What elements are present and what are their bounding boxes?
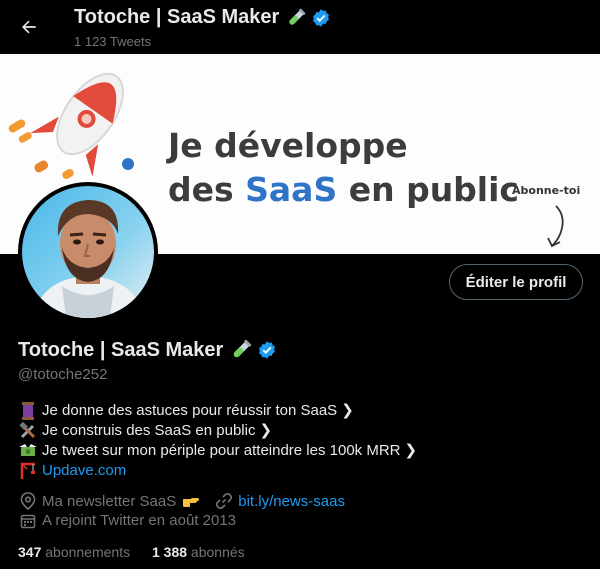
back-button[interactable]	[14, 12, 44, 42]
verified-badge-icon[interactable]	[257, 340, 277, 360]
banner-line-2-accent: SaaS	[245, 170, 338, 209]
curved-arrow-icon	[547, 205, 564, 248]
banner-line-2: des SaaS en public	[168, 168, 519, 212]
website-link[interactable]: Updave.com	[42, 461, 126, 481]
bio-line: Je construis des SaaS en public ❯	[18, 421, 417, 441]
joined-text: A rejoint Twitter en août 2013	[42, 512, 237, 529]
following-count: 347	[18, 544, 42, 560]
follow-stats: 347 abonnements 1 388 abonnés	[18, 544, 263, 560]
profile-bio: Je donne des astuces pour réussir ton Sa…	[18, 401, 417, 481]
hammer-wrench-emoji-icon	[18, 422, 38, 440]
test-tube-emoji-icon	[289, 8, 306, 25]
arrow-left-icon	[22, 20, 36, 34]
bio-line-3: Je tweet sur mon périple pour atteindre …	[42, 442, 401, 459]
profile-name: Totoche | SaaS Maker	[18, 338, 224, 361]
test-tube-emoji-icon	[234, 339, 252, 358]
location-pin-icon	[18, 492, 38, 510]
banner-line-2-post: en public	[337, 170, 519, 209]
bio-line: Je tweet sur mon périple pour atteindre …	[18, 441, 417, 461]
profile-avatar[interactable]	[18, 182, 158, 322]
link-icon	[214, 492, 234, 510]
banner-line-1: Je développe	[168, 126, 408, 165]
crane-emoji-icon	[18, 462, 38, 480]
profile-name-row: Totoche | SaaS Maker	[18, 338, 277, 362]
edit-profile-button[interactable]: Éditer le profil	[449, 264, 583, 300]
following-label: abonnements	[45, 544, 131, 560]
pointing-right-emoji-icon	[182, 494, 200, 508]
money-wings-emoji-icon	[18, 443, 38, 459]
avatar	[22, 186, 154, 318]
thread-spool-emoji-icon	[18, 402, 38, 420]
tweet-count: 1 123 Tweets	[74, 34, 152, 49]
chevron-right-icon: ❯	[341, 402, 354, 419]
header-title: Totoche | SaaS Maker	[74, 6, 280, 28]
verified-badge-icon	[313, 8, 330, 27]
followers-label: abonnés	[190, 544, 245, 560]
chevron-right-icon: ❯	[404, 442, 418, 459]
meta-row-location-url: Ma newsletter SaaS bit.ly/news-saas	[18, 492, 345, 510]
calendar-icon	[18, 513, 38, 529]
bio-line-2: Je construis des SaaS en public	[42, 422, 256, 439]
bio-line: Je donne des astuces pour réussir ton Sa…	[18, 401, 417, 421]
banner-cta-text: Abonne-toi	[512, 184, 581, 197]
profile-handle: @totoche252	[18, 366, 108, 383]
profile-header-bar: Totoche | SaaS Maker 1 123 Tweets	[0, 0, 600, 54]
banner-headline: Je développe des SaaS en public	[168, 124, 519, 212]
chevron-right-icon: ❯	[259, 422, 273, 439]
meta-row-joined: A rejoint Twitter en août 2013	[18, 512, 236, 529]
bio-line-1: Je donne des astuces pour réussir ton Sa…	[42, 402, 338, 419]
followers-link[interactable]: 1 388 abonnés	[152, 544, 245, 560]
followers-count: 1 388	[151, 544, 188, 560]
location-text: Ma newsletter SaaS	[42, 492, 177, 510]
profile-url-link[interactable]: bit.ly/news-saas	[238, 493, 345, 510]
banner-line-2-pre: des	[168, 170, 246, 209]
rocket-illustration	[8, 72, 134, 179]
avatar-portrait-illustration	[32, 200, 146, 318]
following-link[interactable]: 347 abonnements	[18, 544, 130, 560]
header-title-row: Totoche | SaaS Maker	[74, 6, 331, 29]
bio-line: Updave.com	[18, 461, 417, 481]
